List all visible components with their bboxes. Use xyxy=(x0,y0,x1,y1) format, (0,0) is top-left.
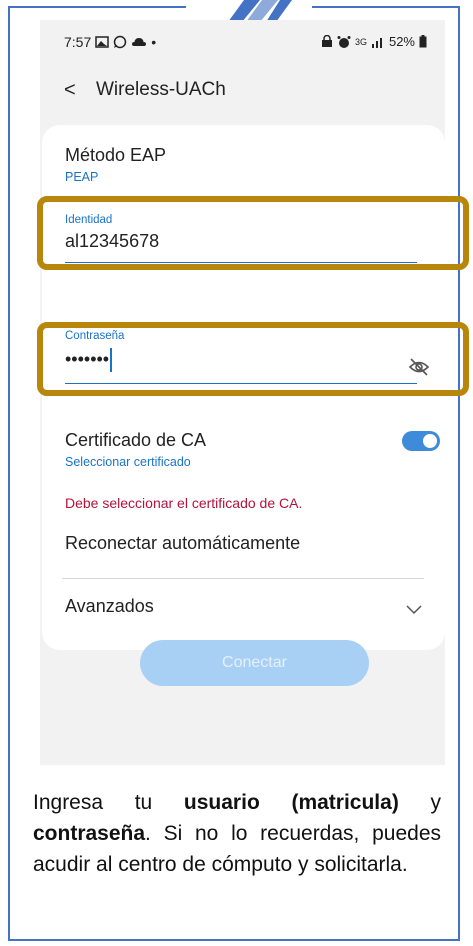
page-title: Wireless-UACh xyxy=(96,79,226,100)
caption-bold-user: usuario (matricula) xyxy=(183,791,399,814)
alarm-icon xyxy=(337,35,351,48)
ca-certificate-value: Seleccionar certificado xyxy=(65,455,191,469)
caption-bold-password: contraseña xyxy=(33,822,146,845)
reconnect-toggle[interactable] xyxy=(402,431,440,451)
ca-error-message: Debe seleccionar el certificado de CA. xyxy=(65,495,303,511)
decorative-shape xyxy=(228,0,292,22)
lock-icon xyxy=(321,35,332,47)
reconnect-label: Reconectar automáticamente xyxy=(65,533,301,553)
battery-icon xyxy=(419,35,427,48)
advanced-label: Avanzados xyxy=(65,596,154,616)
signal-icon xyxy=(371,37,382,48)
cloud-icon xyxy=(132,38,147,46)
eap-method-value: PEAP xyxy=(65,170,99,184)
connect-button[interactable]: Conectar xyxy=(140,640,369,686)
network-icon: 3G xyxy=(354,36,367,47)
instruction-caption: Ingresa tu usuario (matricula) y contras… xyxy=(33,787,441,880)
dot-icon: • xyxy=(151,34,157,50)
chevron-down-icon[interactable] xyxy=(406,605,422,615)
divider xyxy=(62,578,424,579)
eap-method-label: Método EAP xyxy=(65,145,167,165)
gallery-icon xyxy=(95,36,109,48)
ca-certificate-label: Certificado de CA xyxy=(65,430,207,450)
status-bar: 7:57 • 3G 52% xyxy=(64,34,427,54)
whatsapp-icon xyxy=(114,35,127,49)
status-time: 7:57 xyxy=(64,34,92,50)
app-bar: < Wireless-UACh xyxy=(64,76,226,104)
caption-text-1: Ingresa tu xyxy=(33,791,184,814)
caption-text-2: y xyxy=(398,791,441,814)
identity-highlight-box xyxy=(37,196,469,270)
battery-percent: 52% xyxy=(388,34,415,49)
password-highlight-box xyxy=(37,322,469,396)
back-arrow-icon[interactable]: < xyxy=(64,79,88,102)
toggle-knob xyxy=(423,434,437,448)
